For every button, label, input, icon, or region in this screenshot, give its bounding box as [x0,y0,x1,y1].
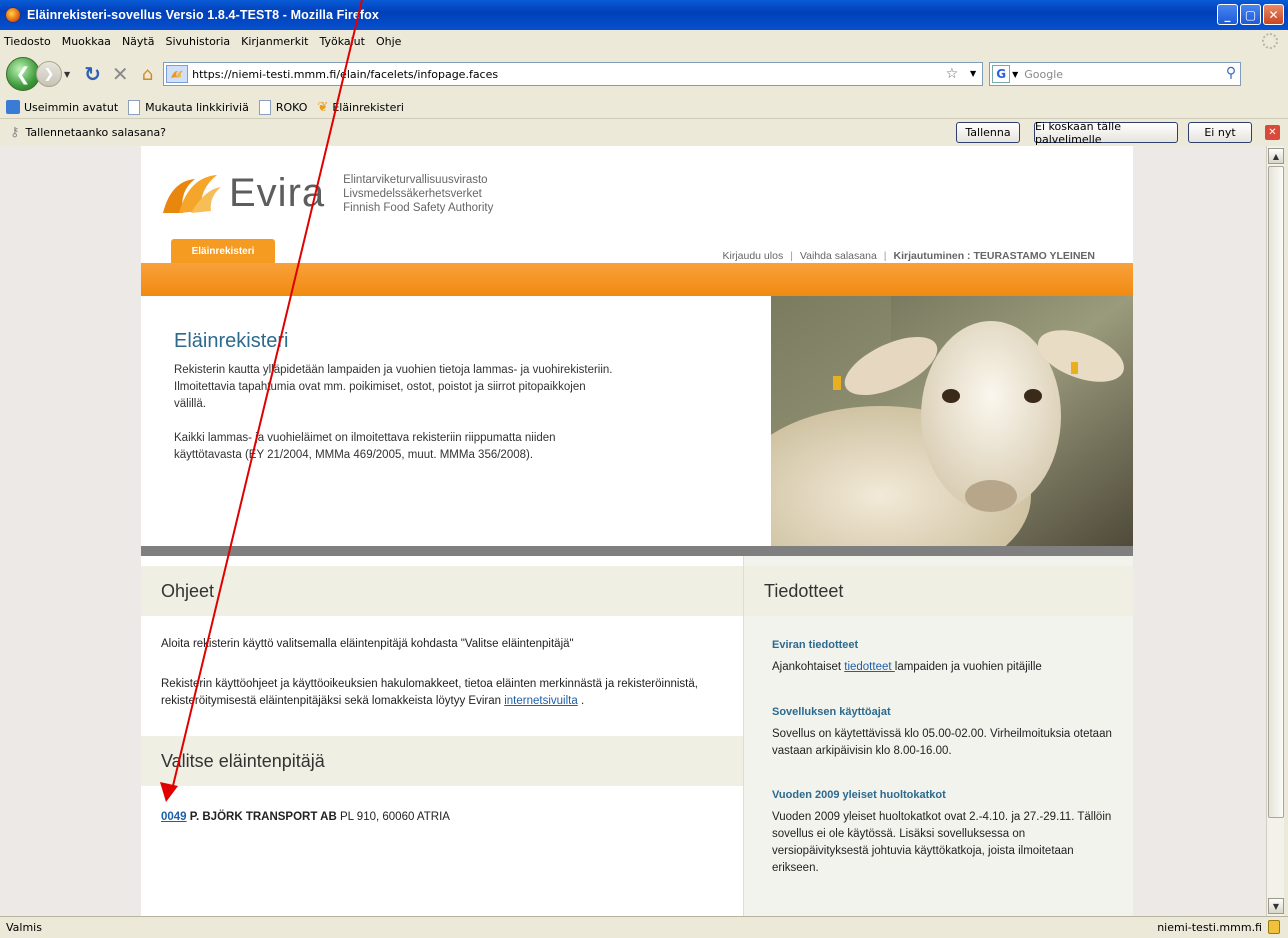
menu-file[interactable]: Tiedosto [4,35,51,48]
search-icon[interactable]: ⚲ [1226,65,1236,81]
select-keeper-heading: Valitse eläintenpitäjä [141,736,743,786]
announcement-3: Vuoden 2009 yleiset huoltokatkot Vuoden … [772,789,1112,877]
search-placeholder: Google [1024,67,1064,81]
navigation-toolbar: ❮ ❯ ▼ ↻ ✕ ⌂ https://niemi-testi.mmm.fi/e… [0,52,1288,96]
close-window-button[interactable]: ✕ [1263,4,1284,25]
instructions-heading: Ohjeet [141,566,743,616]
keeper-name: P. BJÖRK TRANSPORT AB [189,811,337,823]
menu-help[interactable]: Ohje [376,35,401,48]
lock-icon[interactable] [1268,920,1280,934]
reload-icon[interactable]: ↻ [84,62,101,86]
announcement-title: Eviran tiedotteet [772,639,859,651]
status-domain: niemi-testi.mmm.fi [1157,921,1262,934]
search-box[interactable]: G ▼ Google ⚲ [989,62,1242,86]
bookmark-most-visited[interactable]: Useimmin avatut [6,100,118,114]
key-icon: ⚷ [10,125,20,140]
internet-pages-link[interactable]: internetsivuilta [504,695,578,707]
bookmark-star-icon[interactable]: ☆ [946,66,959,82]
bookmark-roko[interactable]: ROKO [258,99,307,115]
bookmark-elainrekisteri[interactable]: ❦ Eläinrekisteri [317,100,404,115]
url-dropdown-icon[interactable]: ▼ [970,69,976,78]
save-password-button[interactable]: Tallenna [956,122,1020,143]
minimize-button[interactable]: _ [1217,4,1238,25]
left-column: Ohjeet Aloita rekisterin käyttö valitsem… [141,556,743,916]
hero-section: Eläinrekisteri Rekisterin kautta ylläpid… [141,296,1133,546]
bulletins-link[interactable]: tiedotteet [844,661,895,673]
history-dropdown-icon[interactable]: ▼ [64,70,70,79]
forward-button[interactable]: ❯ [36,61,62,87]
password-question: Tallennetaanko salasana? [25,126,167,139]
page-title: Eläinrekisteri [174,330,289,352]
evira-logo[interactable]: Evira Elintarviketurvallisuusvirasto Liv… [161,171,493,216]
orange-banner [141,263,1133,296]
url-bar[interactable]: https://niemi-testi.mmm.fi/elain/facelet… [163,62,984,86]
announcement-2: Sovelluksen käyttöajat Sovellus on käyte… [772,706,1112,760]
most-visited-icon [6,100,20,114]
page-icon [258,99,271,115]
status-bar: Valmis niemi-testi.mmm.fi [0,916,1288,938]
evira-leaf-icon [161,173,221,215]
announcement-text: Sovellus on käytettävissä klo 05.00-02.0… [772,728,1112,757]
menu-tools[interactable]: Työkalut [319,35,365,48]
vertical-scrollbar[interactable]: ▲ ▼ [1266,146,1284,916]
page-icon [128,99,141,115]
menu-view[interactable]: Näytä [122,35,155,48]
user-links: Kirjaudu ulos | Vaihda salasana | Kirjau… [722,250,1095,262]
tab-elainrekisteri[interactable]: Eläinrekisteri [171,239,275,263]
keeper-id-link[interactable]: 0049 [161,811,187,823]
organization-names: Elintarviketurvallisuusvirasto Livsmedel… [343,173,494,214]
content-columns: Ohjeet Aloita rekisterin käyttö valitsem… [141,556,1133,916]
announcement-title: Vuoden 2009 yleiset huoltokatkot [772,789,946,801]
never-save-button[interactable]: Ei koskaan tälle palvelimelle [1034,120,1178,146]
divider-bar [141,546,1133,556]
url-text[interactable]: https://niemi-testi.mmm.fi/elain/facelet… [192,68,498,81]
firefox-icon [5,7,21,23]
password-notification-bar: ⚷ Tallennetaanko salasana? Tallenna Ei k… [0,118,1288,146]
right-column: Tiedotteet Eviran tiedotteet Ajankohtais… [743,556,1133,916]
google-engine-icon[interactable]: G [992,65,1011,83]
site-identity-icon[interactable] [166,65,189,83]
menu-bookmarks[interactable]: Kirjanmerkit [241,35,308,48]
scroll-up-button[interactable]: ▲ [1268,148,1284,164]
maximize-button[interactable]: ▢ [1240,4,1261,25]
site-header: Evira Elintarviketurvallisuusvirasto Liv… [141,146,1133,296]
scrollbar-thumb[interactable] [1268,166,1284,818]
announcement-text: Vuoden 2009 yleiset huoltokatkot ovat 2.… [772,811,1112,874]
sheep-photo [771,296,1133,546]
bookmarks-toolbar: Useimmin avatut Mukauta linkkiriviä ROKO… [0,96,1288,118]
evira-icon: ❦ [317,99,329,115]
bookmark-customize[interactable]: Mukauta linkkiriviä [128,99,249,115]
announcement-1: Eviran tiedotteet Ajankohtaiset tiedotte… [772,639,1112,676]
change-password-link[interactable]: Vaihda salasana [800,250,877,262]
content-viewport: Evira Elintarviketurvallisuusvirasto Liv… [0,146,1266,916]
menu-bar: Tiedosto Muokkaa Näytä Sivuhistoria Kirj… [0,30,1288,52]
intro-paragraph: Rekisterin kautta ylläpidetään lampaiden… [174,364,613,410]
instructions-line-1: Aloita rekisterin käyttö valitsemalla el… [161,638,574,650]
back-button[interactable]: ❮ [6,57,40,91]
menu-edit[interactable]: Muokkaa [62,35,111,48]
logout-link[interactable]: Kirjaudu ulos [722,250,783,262]
announcements-heading: Tiedotteet [744,566,1133,616]
web-page: Evira Elintarviketurvallisuusvirasto Liv… [141,146,1133,916]
engine-dropdown-icon[interactable]: ▼ [1012,70,1018,79]
close-notification-icon[interactable]: ✕ [1265,125,1280,140]
announcement-title: Sovelluksen käyttöajat [772,706,891,718]
not-now-button[interactable]: Ei nyt [1188,122,1252,143]
instructions-line-2: Rekisterin käyttöohjeet ja käyttöoikeuks… [161,678,698,707]
status-text: Valmis [6,921,42,934]
home-icon[interactable]: ⌂ [142,64,153,85]
menu-history[interactable]: Sivuhistoria [165,35,230,48]
window-title: Eläinrekisteri-sovellus Versio 1.8.4-TES… [27,8,379,22]
intro-paragraph-2: Kaikki lammas- ja vuohieläimet on ilmoit… [174,432,556,461]
window-titlebar: Eläinrekisteri-sovellus Versio 1.8.4-TES… [0,0,1288,30]
login-info: Kirjautuminen : TEURASTAMO YLEINEN [893,250,1095,262]
logo-wordmark: Evira [229,171,326,215]
stop-icon[interactable]: ✕ [112,62,129,86]
keeper-address: PL 910, 60060 ATRIA [339,811,450,823]
throbber-icon [1262,33,1278,49]
scroll-down-button[interactable]: ▼ [1268,898,1284,914]
keeper-row: 0049 P. BJÖRK TRANSPORT AB PL 910, 60060… [161,809,450,826]
